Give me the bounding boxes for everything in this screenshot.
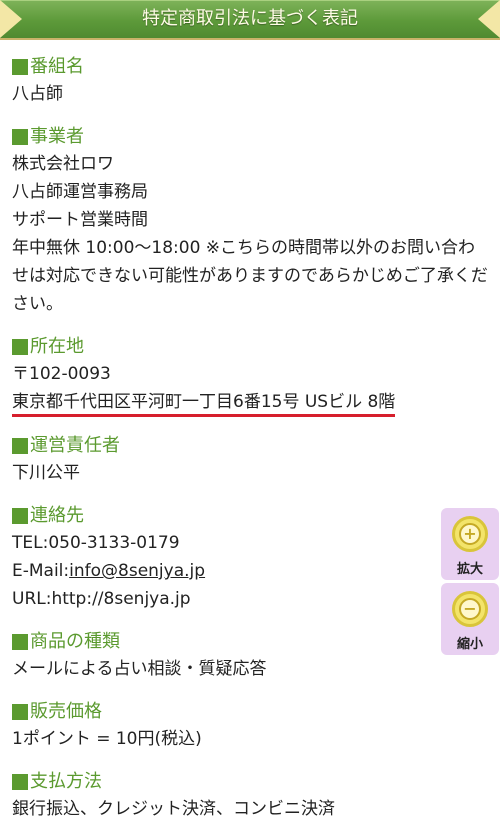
page-header: 特定商取引法に基づく表記 [0, 0, 500, 40]
section-heading: 商品の種類 [12, 629, 492, 655]
section-business: 事業者 株式会社ロワ 八占師運営事務局 サポート営業時間 年中無休 10:00～… [12, 124, 492, 318]
program-name: 八占師 [12, 84, 63, 104]
legal-notice-content: 番組名 八占師 事業者 株式会社ロワ 八占師運営事務局 サポート営業時間 年中無… [12, 54, 492, 839]
section-manager: 運営責任者 下川公平 [12, 433, 492, 487]
zoom-in-button[interactable]: + 拡大 [441, 508, 499, 580]
square-bullet-icon [12, 339, 28, 355]
support-hours-label: サポート営業時間 [12, 210, 148, 230]
square-bullet-icon [12, 774, 28, 790]
section-heading: 支払方法 [12, 769, 492, 795]
section-heading: 連絡先 [12, 503, 492, 529]
section-program-name: 番組名 八占師 [12, 54, 492, 108]
email-row: E-Mail:info@8senjya.jp [12, 561, 206, 581]
website-url: URL:http://8senjya.jp [12, 589, 191, 609]
zoom-out-button[interactable]: − 縮小 [441, 583, 499, 655]
price: 1ポイント = 10円(税込) [12, 729, 202, 749]
zoom-out-icon: − [452, 591, 488, 627]
section-heading: 運営責任者 [12, 433, 492, 459]
section-price: 販売価格 1ポイント = 10円(税込) [12, 699, 492, 753]
zoom-out-label: 縮小 [456, 637, 483, 652]
section-heading: 事業者 [12, 124, 492, 150]
section-product-type: 商品の種類 メールによる占い相談・質疑応答 [12, 629, 492, 683]
payment-methods: 銀行振込、クレジット決済、コンビニ決済 [12, 799, 335, 819]
office-name: 八占師運営事務局 [12, 182, 148, 202]
square-bullet-icon [12, 129, 28, 145]
square-bullet-icon [12, 438, 28, 454]
page-title: 特定商取引法に基づく表記 [142, 8, 358, 29]
square-bullet-icon [12, 634, 28, 650]
section-heading: 番組名 [12, 54, 492, 80]
square-bullet-icon [12, 704, 28, 720]
zoom-in-label: 拡大 [456, 562, 483, 577]
manager-name: 下川公平 [12, 463, 80, 483]
section-heading: 販売価格 [12, 699, 492, 725]
support-hours-text: 年中無休 10:00～18:00 ※こちらの時間帯以外のお問い合わせは対応できな… [12, 238, 488, 314]
section-address: 所在地 〒102-0093 東京都千代田区平河町一丁目6番15号 USビル 8階 [12, 334, 492, 417]
square-bullet-icon [12, 59, 28, 75]
product-type: メールによる占い相談・質疑応答 [12, 659, 267, 679]
zoom-in-icon: + [452, 516, 488, 552]
street-address: 東京都千代田区平河町一丁目6番15号 USビル 8階 [12, 390, 396, 417]
square-bullet-icon [12, 508, 28, 524]
section-heading: 所在地 [12, 334, 492, 360]
section-payment: 支払方法 銀行振込、クレジット決済、コンビニ決済 [12, 769, 492, 823]
section-contact: 連絡先 TEL:050-3133-0179 E-Mail:info@8senjy… [12, 503, 492, 613]
email-link[interactable]: info@8senjya.jp [69, 561, 205, 581]
phone-number: TEL:050-3133-0179 [12, 533, 180, 553]
company-name: 株式会社ロワ [12, 154, 114, 174]
postal-code: 〒102-0093 [12, 364, 111, 384]
